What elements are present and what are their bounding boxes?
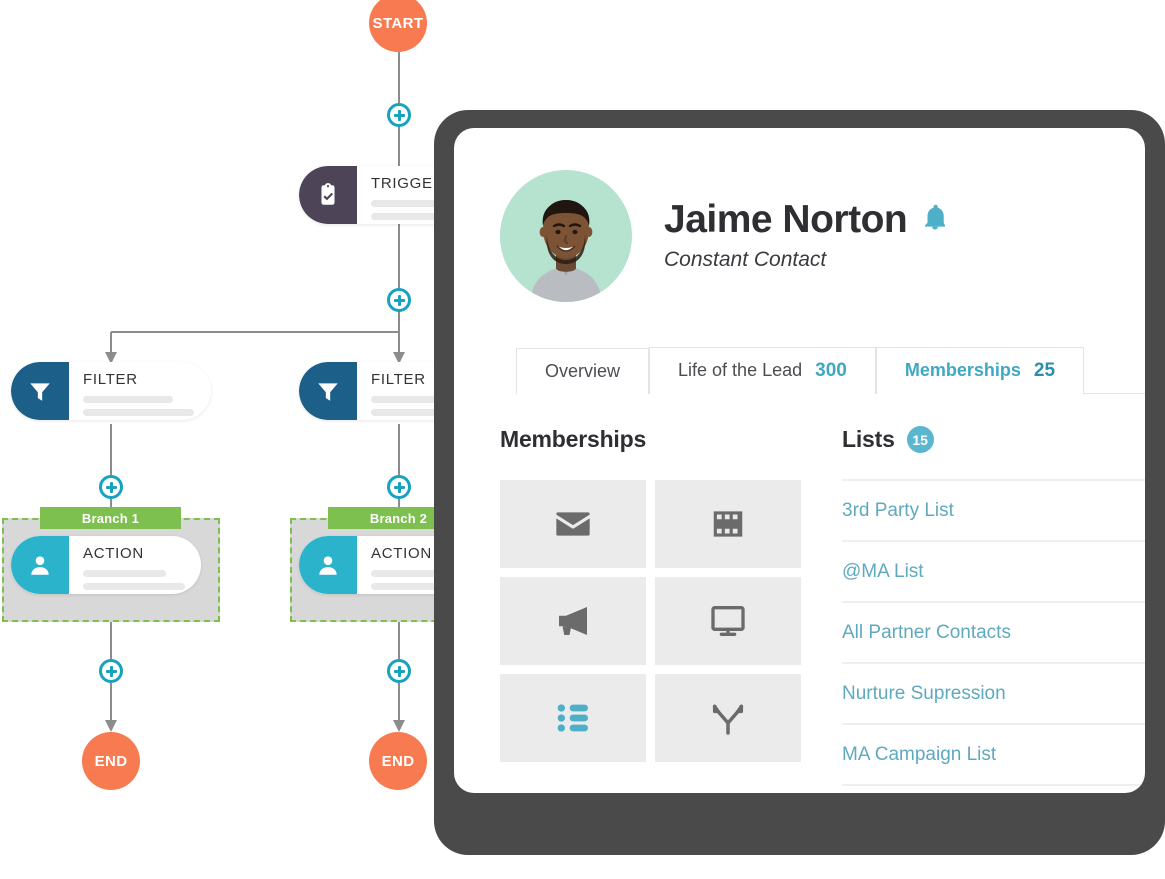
add-step-button-2[interactable] — [387, 288, 411, 312]
fork-arrows-icon — [708, 698, 748, 738]
list-item[interactable]: @MA List — [842, 540, 1145, 601]
membership-tile-campaign[interactable] — [500, 577, 646, 665]
tab-label: Life of the Lead — [678, 360, 803, 380]
flow-end-node-1[interactable]: END — [82, 732, 140, 790]
megaphone-icon — [552, 600, 594, 642]
monitor-icon — [708, 601, 748, 641]
membership-tile-lists[interactable] — [500, 674, 646, 762]
flow-node-title: ACTION — [83, 545, 144, 562]
list-item[interactable]: 3rd Party List — [842, 479, 1145, 540]
film-strip-icon — [709, 505, 747, 543]
card-screen: Jaime Norton Constant Contact Overview L… — [454, 128, 1145, 793]
memberships-title: Memberships — [500, 426, 647, 452]
branch-label-text: Branch 1 — [81, 510, 140, 526]
flow-start-label: START — [372, 14, 424, 32]
flow-node-body: FILTER — [69, 362, 211, 420]
branch-label-1: Branch 1 — [40, 507, 181, 529]
membership-tile-media[interactable] — [655, 480, 801, 568]
tab-bar: Overview Life of the Lead 300 Membership… — [516, 346, 1145, 394]
contact-detail-card: Jaime Norton Constant Contact Overview L… — [434, 110, 1165, 855]
membership-tile-web[interactable] — [655, 577, 801, 665]
person-icon — [11, 536, 69, 594]
envelope-icon — [553, 504, 593, 544]
card-content: Memberships Lists 15 3rd Party List @MA … — [454, 394, 1145, 786]
membership-tile-branching[interactable] — [655, 674, 801, 762]
flow-end-node-2[interactable]: END — [369, 732, 427, 790]
person-icon — [299, 536, 357, 594]
contact-subtitle: Constant Contact — [664, 248, 827, 272]
list-item[interactable]: All Partner Contacts — [842, 601, 1145, 662]
profile-text: Jaime Norton Constant Contact — [664, 197, 950, 273]
lists-header: Lists 15 — [842, 426, 1145, 453]
clipboard-check-icon — [299, 166, 357, 224]
lists-count-badge: 15 — [906, 426, 934, 453]
list-item[interactable]: Nurture Supression — [842, 662, 1145, 723]
list-item[interactable]: MA Campaign List — [842, 723, 1145, 786]
flow-node-filter-1[interactable]: FILTER — [11, 362, 211, 420]
contact-name: Jaime Norton — [664, 197, 908, 241]
lists-section: Lists 15 3rd Party List @MA List All Par… — [806, 426, 1145, 786]
placeholder-bar — [83, 583, 185, 590]
funnel-icon — [11, 362, 69, 420]
contact-name-row: Jaime Norton — [664, 197, 950, 241]
tab-label: Overview — [545, 361, 621, 381]
tab-count: 25 — [1033, 360, 1056, 381]
user-photo-avatar — [500, 170, 632, 302]
membership-tile-email[interactable] — [500, 480, 646, 568]
tab-overview[interactable]: Overview — [516, 348, 650, 394]
membership-tiles — [500, 480, 806, 762]
tab-memberships[interactable]: Memberships 25 — [875, 347, 1085, 394]
lists-title: Lists — [842, 426, 895, 452]
avatar — [500, 170, 632, 302]
add-step-button-4[interactable] — [387, 475, 411, 499]
add-step-button-5[interactable] — [99, 659, 123, 683]
flow-end-label: END — [94, 752, 128, 770]
memberships-section: Memberships — [454, 426, 806, 786]
bell-icon[interactable] — [920, 200, 950, 241]
add-step-button-3[interactable] — [99, 475, 123, 499]
placeholder-bar — [83, 409, 195, 416]
profile-header: Jaime Norton Constant Contact — [454, 128, 1145, 302]
tab-life-of-the-lead[interactable]: Life of the Lead 300 — [649, 347, 876, 394]
bulleted-list-icon — [553, 698, 593, 738]
lists-rows: 3rd Party List @MA List All Partner Cont… — [842, 479, 1145, 786]
flow-node-body: ACTION — [69, 536, 201, 594]
screenshot-root: START TRIGGER FILTER FILTER Branch 1 ACT… — [0, 0, 1165, 879]
flow-end-label: END — [381, 752, 415, 770]
placeholder-bar — [83, 570, 166, 577]
placeholder-bar — [83, 396, 174, 403]
tab-label: Memberships — [904, 360, 1021, 380]
funnel-icon — [299, 362, 357, 420]
add-step-button-1[interactable] — [387, 103, 411, 127]
flow-node-title: FILTER — [83, 371, 138, 388]
add-step-button-6[interactable] — [387, 659, 411, 683]
tab-count: 300 — [815, 360, 847, 381]
branch-label-text: Branch 2 — [369, 510, 428, 526]
flow-node-action-1[interactable]: ACTION — [11, 536, 201, 594]
